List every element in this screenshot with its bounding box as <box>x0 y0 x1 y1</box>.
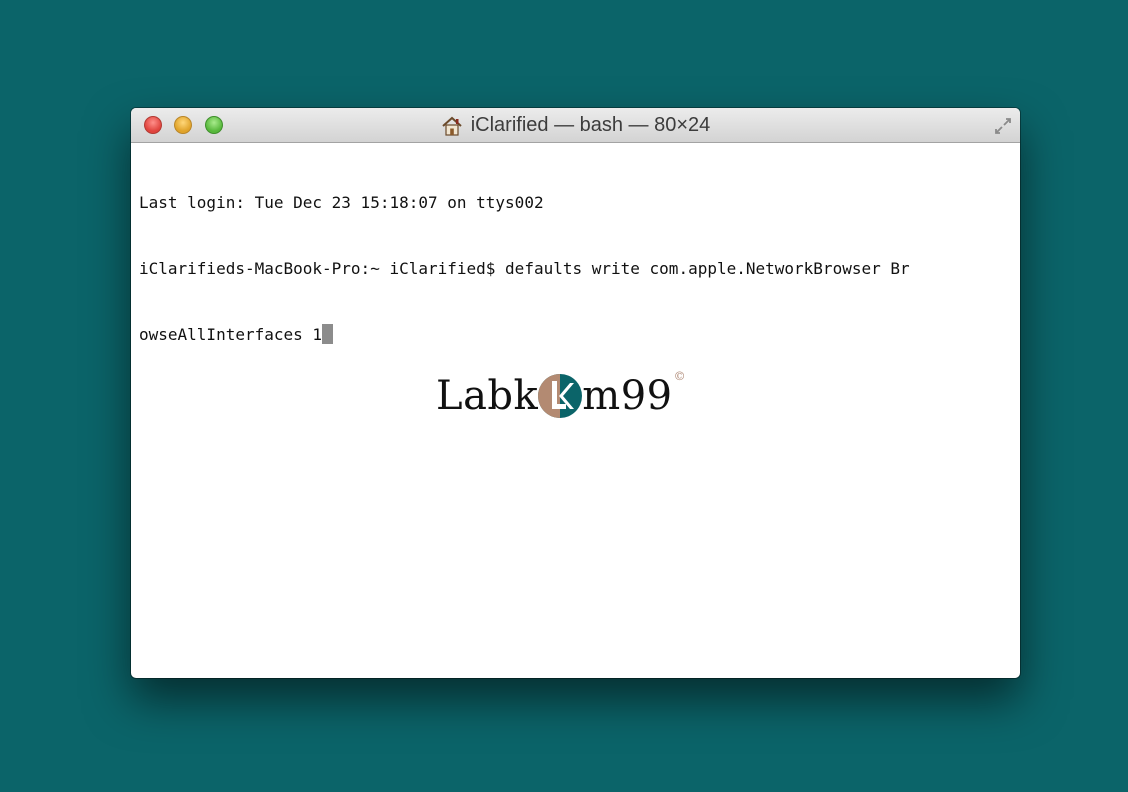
watermark-copyright-mark: © <box>673 369 687 383</box>
watermark-emblem-icon <box>538 374 583 418</box>
watermark-logo: Labk m99 © <box>436 369 706 422</box>
text-cursor <box>322 324 334 344</box>
window-title: iClarified — bash — 80×24 <box>470 114 711 136</box>
title-bar[interactable]: iClarified — bash — 80×24 <box>131 108 1020 143</box>
terminal-output[interactable]: Last login: Tue Dec 23 15:18:07 on ttys0… <box>139 148 1014 390</box>
watermark-text-right: m99 <box>582 373 673 419</box>
window-title-container: iClarified — bash — 80×24 <box>131 108 1020 143</box>
terminal-line-command: iClarifieds-MacBook-Pro:~ iClarified$ de… <box>139 259 910 278</box>
terminal-line-text: owseAllInterfaces 1 <box>139 325 323 344</box>
watermark-text-left: Labk <box>436 373 539 419</box>
terminal-line-command-continued: owseAllInterfaces 1 <box>139 324 1014 346</box>
home-icon <box>442 116 462 136</box>
terminal-window[interactable]: iClarified — bash — 80×24 Last login: Tu… <box>131 108 1020 678</box>
terminal-line-login: Last login: Tue Dec 23 15:18:07 on ttys0… <box>139 193 544 212</box>
fullscreen-icon[interactable] <box>993 116 1013 136</box>
